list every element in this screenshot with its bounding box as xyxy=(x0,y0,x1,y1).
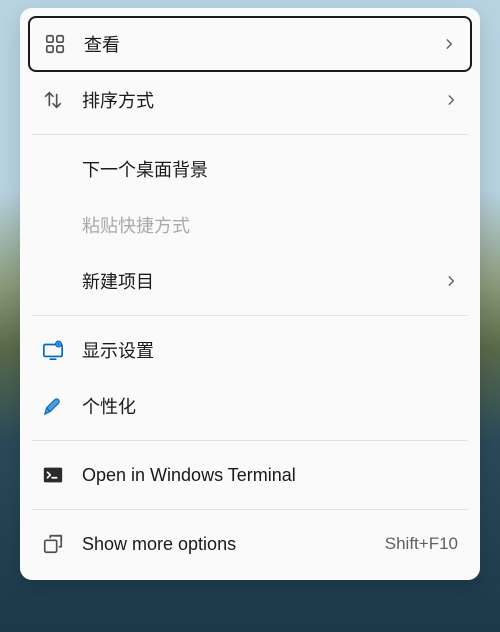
menu-label: 下一个桌面背景 xyxy=(82,156,458,182)
menu-item-more-options[interactable]: Show more options Shift+F10 xyxy=(28,516,472,572)
view-icon xyxy=(44,33,66,55)
menu-divider xyxy=(32,440,468,441)
chevron-right-icon xyxy=(444,274,458,288)
menu-divider xyxy=(32,509,468,510)
menu-item-terminal[interactable]: Open in Windows Terminal xyxy=(28,447,472,503)
terminal-icon xyxy=(42,464,64,486)
menu-label: 个性化 xyxy=(82,393,458,419)
menu-divider xyxy=(32,315,468,316)
more-options-icon xyxy=(42,533,64,555)
personalize-icon xyxy=(42,395,64,417)
menu-label: 新建项目 xyxy=(82,268,444,294)
menu-label: Show more options xyxy=(82,534,385,555)
menu-label: Open in Windows Terminal xyxy=(82,465,458,486)
menu-item-new[interactable]: 新建项目 xyxy=(28,253,472,309)
menu-label: 查看 xyxy=(84,31,442,57)
menu-item-paste-shortcut: 粘贴快捷方式 xyxy=(28,197,472,253)
display-settings-icon xyxy=(42,339,64,361)
menu-shortcut: Shift+F10 xyxy=(385,534,458,554)
menu-item-personalize[interactable]: 个性化 xyxy=(28,378,472,434)
menu-label: 排序方式 xyxy=(82,87,444,113)
menu-item-display-settings[interactable]: 显示设置 xyxy=(28,322,472,378)
desktop-context-menu: 查看 排序方式 下一个桌面背景 粘贴快捷方式 xyxy=(20,8,480,580)
menu-item-sort[interactable]: 排序方式 xyxy=(28,72,472,128)
menu-label: 粘贴快捷方式 xyxy=(82,212,458,238)
chevron-right-icon xyxy=(444,93,458,107)
menu-item-view[interactable]: 查看 xyxy=(28,16,472,72)
menu-label: 显示设置 xyxy=(82,337,458,363)
menu-divider xyxy=(32,134,468,135)
chevron-right-icon xyxy=(442,37,456,51)
menu-item-next-background[interactable]: 下一个桌面背景 xyxy=(28,141,472,197)
sort-icon xyxy=(42,89,64,111)
